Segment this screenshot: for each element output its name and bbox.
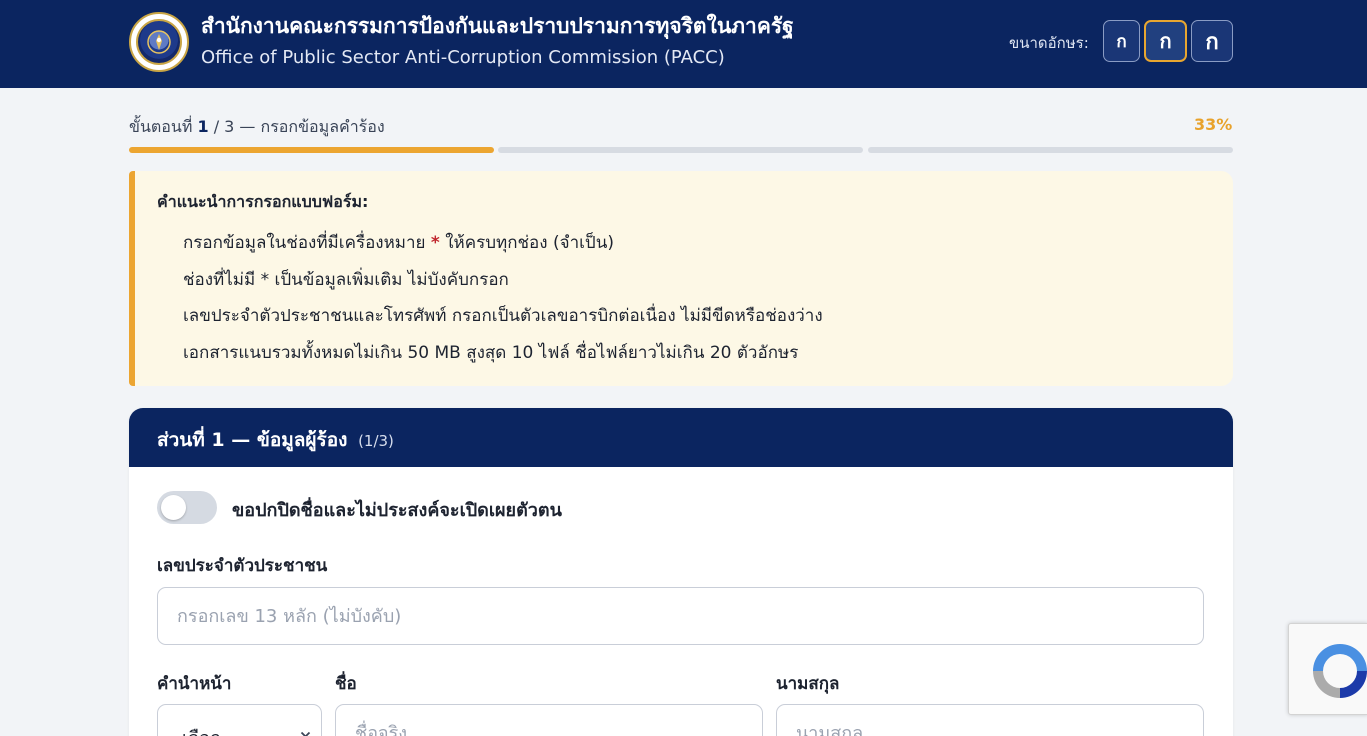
step-prefix: ขั้นตอนที่ [129, 117, 193, 136]
last-name-label: นามสกุล [776, 674, 840, 694]
recaptcha-icon [1313, 644, 1367, 698]
section-header: ส่วนที่ 1 — ข้อมูลผู้ร้อง (1/3) [129, 408, 1233, 467]
progress-percent: 33% [1194, 115, 1233, 134]
national-id-label: เลขประจำตัวประชาชน [157, 556, 328, 576]
prefix-select[interactable]: เลือก [157, 704, 322, 736]
progress-segment-1 [129, 147, 494, 153]
anonymous-toggle[interactable] [157, 491, 217, 524]
step-indicator: ขั้นตอนที่ 1 / 3 — กรอกข้อมูลคำร้อง [129, 115, 385, 140]
notice-item-attachments: เอกสารแนบรวมทั้งหมดไม่เกิน 50 MB สูงสุด … [183, 343, 799, 363]
notice-item-required-text: กรอกข้อมูลในช่องที่มีเครื่องหมาย [183, 233, 426, 253]
pacc-seal-logo [129, 12, 189, 72]
font-size-small-button[interactable]: ก [1103, 20, 1140, 62]
agency-name-english: Office of Public Sector Anti-Corruption … [201, 47, 725, 68]
first-name-input[interactable] [335, 704, 763, 736]
progress-segment-3 [868, 147, 1233, 153]
font-size-label: ขนาดอักษร: [1009, 34, 1089, 52]
complainant-info-card: ส่วนที่ 1 — ข้อมูลผู้ร้อง (1/3) ขอปกปิดช… [129, 408, 1233, 736]
site-header: สำนักงานคณะกรรมการป้องกันและปราบปรามการท… [0, 0, 1367, 88]
last-name-input[interactable] [776, 704, 1204, 736]
anonymous-toggle-label: ขอปกปิดชื่อและไม่ประสงค์จะเปิดเผยตัวตน [232, 500, 562, 521]
notice-title: คำแนะนำการกรอกแบบฟอร์ม: [157, 192, 369, 211]
prefix-select-value: เลือก [182, 723, 221, 736]
section-title-text: ส่วนที่ 1 — ข้อมูลผู้ร้อง [157, 429, 348, 451]
step-current: 1 [197, 117, 209, 136]
step-description: / 3 — กรอกข้อมูลคำร้อง [213, 117, 385, 136]
national-id-input[interactable] [157, 587, 1204, 645]
required-asterisk: * [430, 233, 440, 253]
seal-emblem-icon [147, 30, 171, 54]
chevron-down-icon [300, 731, 311, 736]
section-title: ส่วนที่ 1 — ข้อมูลผู้ร้อง (1/3) [157, 425, 394, 455]
toggle-knob [161, 495, 186, 520]
notice-item-required-suffix: ให้ครบทุกช่อง (จำเป็น) [445, 233, 614, 253]
font-size-large-button[interactable]: ก [1191, 20, 1233, 62]
progress-segment-2 [498, 147, 863, 153]
recaptcha-badge[interactable] [1288, 623, 1367, 715]
section-step-count: (1/3) [358, 432, 394, 450]
font-size-medium-button[interactable]: ก [1144, 20, 1187, 62]
notice-item-optional: ช่องที่ไม่มี * เป็นข้อมูลเพิ่มเติม ไม่บั… [183, 270, 509, 290]
prefix-label: คำนำหน้า [157, 674, 232, 694]
agency-name-thai: สำนักงานคณะกรรมการป้องกันและปราบปรามการท… [201, 14, 794, 38]
first-name-label: ชื่อ [335, 674, 357, 694]
instructions-notice: คำแนะนำการกรอกแบบฟอร์ม: กรอกข้อมูลในช่อง… [129, 171, 1233, 386]
notice-item-required: กรอกข้อมูลในช่องที่มีเครื่องหมาย * ให้คร… [183, 229, 614, 256]
notice-item-numeric: เลขประจำตัวประชาชนและโทรศัพท์ กรอกเป็นตั… [183, 306, 823, 326]
